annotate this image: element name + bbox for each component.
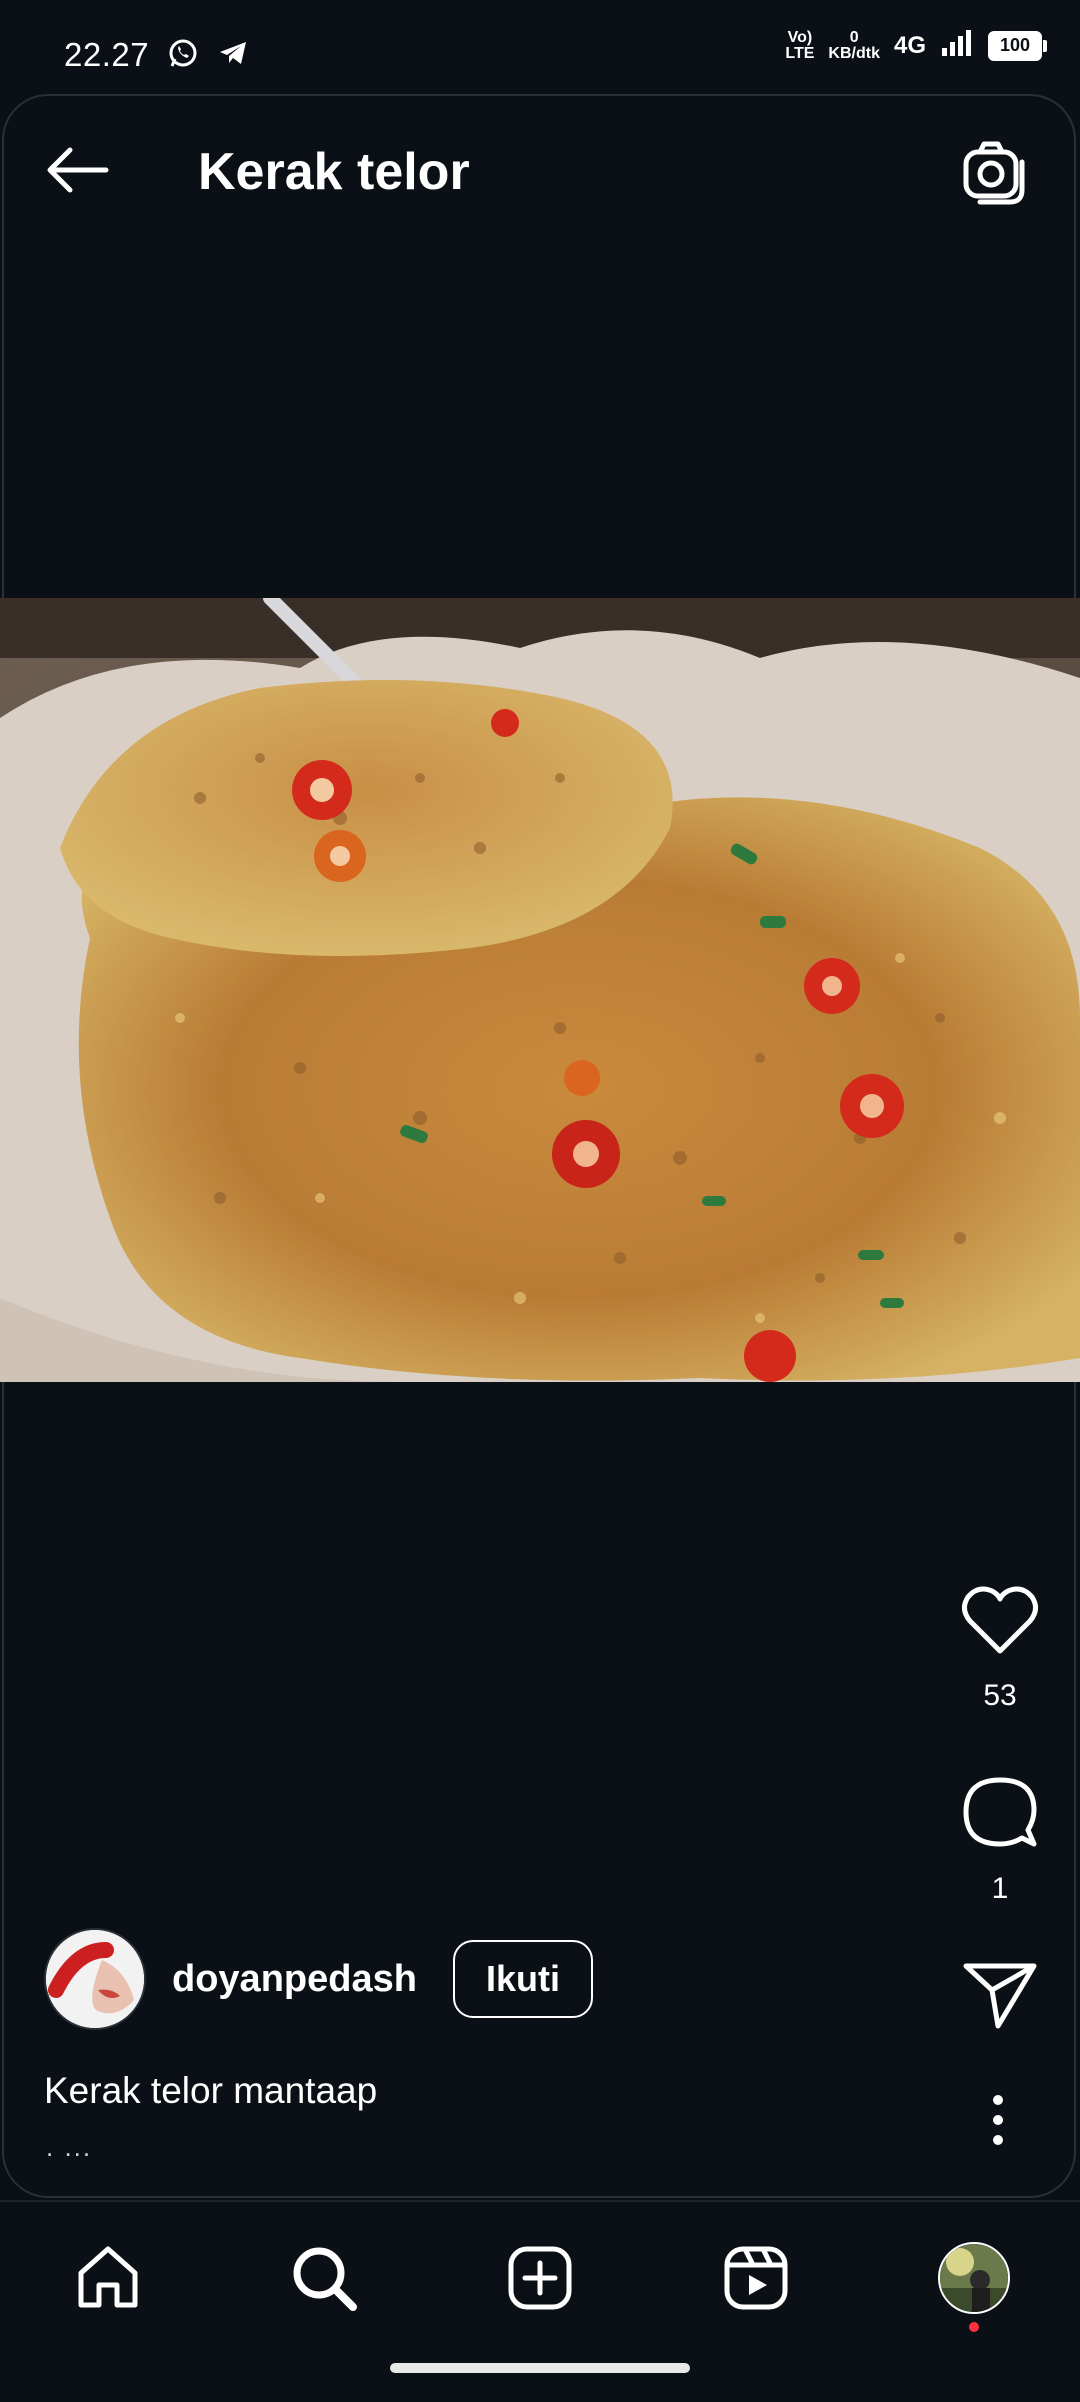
page-title: Kerak telor xyxy=(198,143,470,201)
reels-icon xyxy=(724,2246,788,2310)
notification-dot xyxy=(969,2322,979,2332)
status-left: 22.27 xyxy=(64,36,249,74)
send-icon xyxy=(963,1963,1037,2029)
follow-button[interactable]: Ikuti xyxy=(452,1940,593,2018)
search-icon xyxy=(293,2247,357,2311)
comment-count: 1 xyxy=(991,1872,1009,1905)
battery-indicator: 100 xyxy=(988,30,1047,61)
like-count: 53 xyxy=(983,1679,1017,1712)
speed-unit: KB/dtk xyxy=(828,44,880,62)
speed-indicator: 0 KB/dtk xyxy=(828,28,880,62)
home-indicator[interactable] xyxy=(390,2363,690,2373)
nav-create[interactable] xyxy=(500,2238,580,2318)
author-username[interactable]: doyanpedash xyxy=(172,1958,417,2001)
heart-icon xyxy=(962,1586,1038,1654)
whatsapp-icon xyxy=(167,37,199,74)
camera-icon xyxy=(963,141,1025,205)
post-caption: Kerak telor mantaap xyxy=(44,2070,378,2111)
signal-icon xyxy=(940,28,974,63)
network-type: 4G xyxy=(893,31,926,59)
nav-search[interactable] xyxy=(284,2238,364,2318)
nav-profile[interactable] xyxy=(934,2238,1014,2318)
arrow-left-icon xyxy=(47,147,109,193)
nav-home[interactable] xyxy=(68,2238,148,2318)
telegram-icon xyxy=(217,37,249,74)
volte-indicator: Vo) LTE xyxy=(785,28,815,62)
volte-bottom: LTE xyxy=(785,44,815,62)
nav-reels[interactable] xyxy=(716,2238,796,2318)
status-bar: 22.27 Vo) LTE 0 KB/dtk 4G 100 xyxy=(0,0,1080,92)
comment-button[interactable]: 1 xyxy=(920,1772,1080,1906)
post-photo[interactable] xyxy=(0,598,1080,1382)
like-button[interactable]: 53 xyxy=(920,1585,1080,1713)
camera-button[interactable] xyxy=(956,134,1032,210)
share-button[interactable] xyxy=(920,1960,1080,2030)
volte-top: Vo) xyxy=(787,28,813,46)
profile-avatar xyxy=(938,2242,1010,2314)
status-right: Vo) LTE 0 KB/dtk 4G 100 xyxy=(785,28,1047,63)
back-button[interactable] xyxy=(40,132,116,208)
home-icon xyxy=(78,2246,138,2308)
status-time: 22.27 xyxy=(64,36,150,73)
more-options-button[interactable] xyxy=(982,2092,1014,2148)
comment-icon xyxy=(963,1777,1037,1847)
more-vertical-icon xyxy=(993,2095,1003,2145)
caption-more[interactable]: . ... xyxy=(46,2132,92,2163)
author-avatar[interactable] xyxy=(44,1928,146,2030)
speed-value: 0 xyxy=(849,28,859,46)
add-icon xyxy=(508,2246,572,2310)
post-author-row: doyanpedash Ikuti xyxy=(44,1928,593,2030)
